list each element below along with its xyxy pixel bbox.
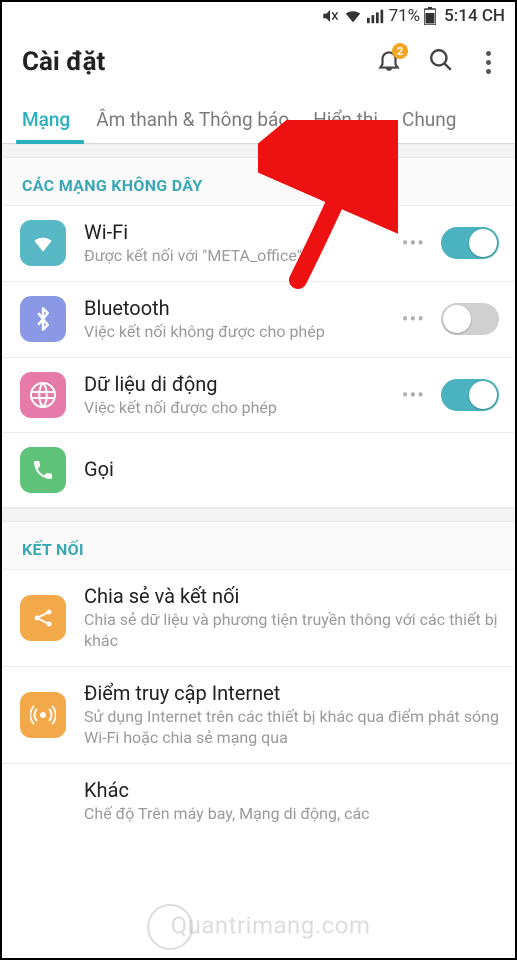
tab-display[interactable]: Hiển thị [301, 108, 390, 143]
clock: 5:14 CH [444, 6, 505, 26]
tabs: Mạng Âm thanh & Thông báo Hiển thị Chung [2, 94, 515, 144]
notification-badge: 2 [392, 43, 408, 59]
phone-icon [20, 447, 66, 493]
tab-network[interactable]: Mạng [16, 108, 84, 143]
row-sub: Việc kết nối không được cho phép [84, 322, 398, 343]
row-sub: Sử dụng Internet trên các thiết bị khác … [84, 707, 499, 749]
row-mobile-data[interactable]: Dữ liệu di động Việc kết nối được cho ph… [2, 358, 515, 434]
row-other[interactable]: Khác Chế độ Trên máy bay, Mạng di động, … [2, 764, 515, 839]
section-gap [2, 508, 515, 522]
row-title: Khác [84, 778, 499, 802]
row-sub: Việc kết nối được cho phép [84, 398, 398, 419]
row-sub: Được kết nối với "META_office" [84, 246, 398, 267]
row-title: Bluetooth [84, 296, 398, 320]
app-bar: Cài đặt 2 [2, 30, 515, 94]
share-icon [20, 595, 66, 641]
battery-icon [424, 7, 436, 25]
row-sub: Chế độ Trên máy bay, Mạng di động, các [84, 804, 499, 825]
notifications-button[interactable]: 2 [376, 47, 402, 77]
tab-general[interactable]: Chung [390, 108, 468, 143]
row-share-connect[interactable]: Chia sẻ và kết nối Chia sẻ dữ liệu và ph… [2, 570, 515, 667]
bluetooth-toggle[interactable] [441, 303, 499, 335]
more-icon[interactable]: ••• [398, 307, 429, 331]
row-title: Dữ liệu di động [84, 372, 398, 396]
battery-pct: 71% [389, 6, 421, 26]
row-title: Chia sẻ và kết nối [84, 584, 499, 608]
search-button[interactable] [428, 47, 454, 77]
row-wifi[interactable]: Wi-Fi Được kết nối với "META_office" ••• [2, 206, 515, 282]
page-title: Cài đặt [22, 47, 376, 77]
row-hotspot[interactable]: Điểm truy cập Internet Sử dụng Internet … [2, 667, 515, 764]
mobile-data-icon [20, 372, 66, 418]
overflow-menu-button[interactable] [480, 47, 497, 78]
search-icon [428, 47, 454, 73]
wifi-toggle[interactable] [441, 227, 499, 259]
placeholder-icon [20, 778, 66, 824]
hotspot-icon [20, 692, 66, 738]
mobile-data-toggle[interactable] [441, 379, 499, 411]
row-title: Gọi [84, 457, 499, 481]
row-call[interactable]: Gọi [2, 433, 515, 508]
wifi-icon [20, 220, 66, 266]
more-icon[interactable]: ••• [398, 231, 429, 255]
row-title: Điểm truy cập Internet [84, 681, 499, 705]
signal-icon [367, 8, 385, 24]
section-header-connect: KẾT NỐI [2, 522, 515, 570]
section-gap [2, 144, 515, 158]
row-title: Wi-Fi [84, 220, 398, 244]
mute-icon [321, 7, 339, 25]
bluetooth-icon [20, 296, 66, 342]
wifi-status-icon [343, 8, 363, 24]
tab-sound-notifications[interactable]: Âm thanh & Thông báo [84, 108, 301, 143]
row-sub: Chia sẻ dữ liệu và phương tiện truyền th… [84, 610, 499, 652]
row-bluetooth[interactable]: Bluetooth Việc kết nối không được cho ph… [2, 282, 515, 358]
more-icon[interactable]: ••• [398, 383, 429, 407]
section-header-wireless: CÁC MẠNG KHÔNG DÂY [2, 158, 515, 206]
status-bar: 71% 5:14 CH [2, 2, 515, 30]
